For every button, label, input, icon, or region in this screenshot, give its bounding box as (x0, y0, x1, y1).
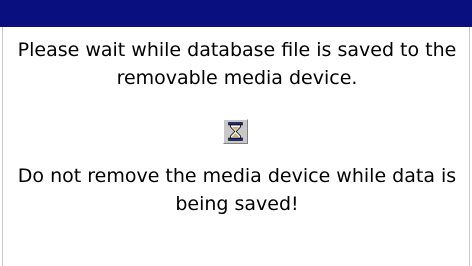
saving-message: Please wait while database file is saved… (17, 39, 457, 89)
save-progress-dialog: Please wait while database file is saved… (2, 27, 470, 266)
warning-message: Do not remove the media device while dat… (17, 165, 457, 215)
hourglass-icon (223, 119, 248, 144)
title-bar (0, 0, 472, 27)
